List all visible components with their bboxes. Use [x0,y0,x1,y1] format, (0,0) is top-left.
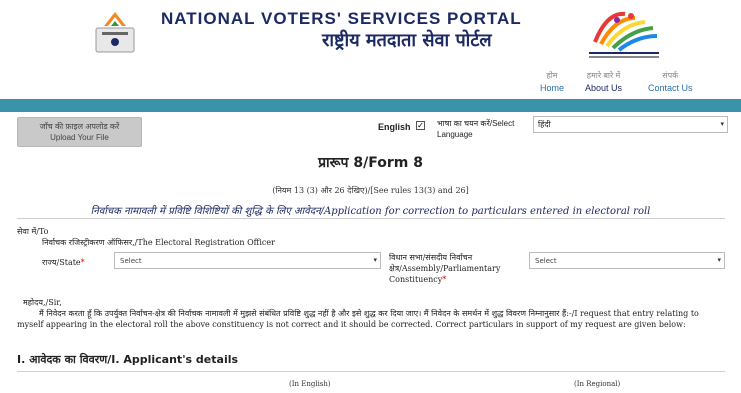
application-title: निर्वाचक नामावली में प्रविष्टि विशिष्टिय… [90,206,651,217]
section-divider [17,371,725,372]
chevron-down-icon: ▾ [720,120,724,128]
required-marker: * [80,258,85,267]
english-label: English [378,122,411,132]
header-divider-bar [0,99,741,112]
portal-title-hindi: राष्ट्रीय मतदाता सेवा पोर्टल [322,30,492,51]
upload-button-label: Upload Your File [50,133,109,142]
nav-home[interactable]: होम Home [540,70,564,94]
language-select-value: हिंदी [538,120,551,129]
nav-home-hindi: होम [546,71,558,80]
nav-contact[interactable]: संपर्क Contact Us [648,70,693,94]
select-language-label: भाषा का चयन करें/Select Language [437,119,515,139]
section-divider [17,218,725,219]
nav-about-label: About Us [585,83,623,93]
chevron-down-icon: ▾ [717,256,721,264]
column-english-label: (In English) [289,380,331,388]
state-select[interactable]: Select ▾ [114,252,381,269]
upload-button-hindi: जाँच की फ़ाइल अपलोड करें [39,122,120,131]
nav-contact-label: Contact Us [648,83,693,93]
portal-title-english: NATIONAL VOTERS' SERVICES PORTAL [161,9,522,28]
chevron-down-icon: ▾ [373,256,377,264]
site-header: NATIONAL VOTERS' SERVICES PORTAL राष्ट्र… [0,0,741,99]
to-label: सेवा में/To [17,227,49,236]
rules-reference: (नियम 13 (3) और 26 देखिए)/[See rules 13(… [272,186,469,195]
national-voters-day-logo-icon [589,11,659,58]
nav-contact-hindi: संपर्क [662,71,679,80]
state-label-text: राज्य/State [42,258,81,267]
nav-about[interactable]: हमारे बारे में About Us [585,70,622,94]
ero-label: निर्वाचक रजिस्ट्रीकरण ऑफिसर,/The Elector… [42,238,275,247]
applicant-details-heading: I. आवेदक का विवरण/I. Applicant's details [17,353,239,366]
upload-file-button[interactable]: जाँच की फ़ाइल अपलोड करें Upload Your Fil… [17,117,142,147]
state-select-value: Select [120,257,142,265]
required-marker: * [442,275,447,284]
form-title: प्रारूप 8/Form 8 [318,155,423,171]
request-paragraph: मैं निवेदन करता हूँ कि उपर्युक्त निर्वाच… [17,309,699,329]
column-regional-label: (In Regional) [574,380,621,388]
language-select[interactable]: हिंदी ▾ [533,116,728,133]
nav-home-label: Home [540,83,565,93]
nav-about-hindi: हमारे बारे में [586,71,621,80]
eci-logo-icon [95,12,135,53]
state-label: राज्य/State* [42,257,85,268]
constituency-select-value: Select [535,257,557,265]
english-checkbox[interactable]: ✓ [416,121,425,130]
salutation: महोदय,/Sir, [23,298,62,307]
constituency-label: विधान सभा/संसदीय निर्वाचन क्षेत्र/Assemb… [389,252,524,285]
constituency-select[interactable]: Select ▾ [529,252,725,269]
